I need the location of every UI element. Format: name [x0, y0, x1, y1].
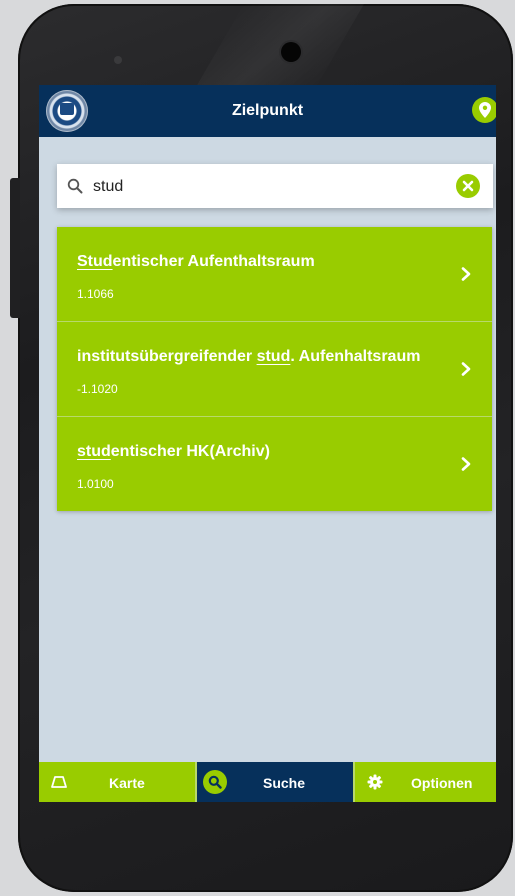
phone-side-button [10, 178, 20, 318]
title-suffix: . Aufenhaltsraum [290, 348, 421, 365]
phone-shine [192, 4, 364, 94]
page-title: Zielpunkt [231, 102, 304, 119]
front-camera [281, 42, 301, 62]
chevron-right-icon [461, 457, 471, 471]
tab-karte-label: Karte [109, 775, 145, 791]
gear-icon [367, 774, 383, 790]
result-title: studentischer HK(Archiv) [77, 443, 447, 461]
proximity-sensor [114, 56, 122, 64]
title-prefix: institutsübergreifender [77, 348, 257, 365]
tab-optionen[interactable]: Optionen [355, 762, 496, 802]
result-title: institutsübergreifender stud. Aufenhalts… [77, 348, 447, 366]
search-bar [57, 164, 493, 208]
bottom-navbar: Karte Suche Optionen [39, 762, 496, 802]
search-tab-icon [203, 770, 227, 794]
search-icon [67, 178, 83, 194]
chevron-right-icon [461, 267, 471, 281]
title-highlight: stud [77, 443, 111, 460]
room-number: 1.0100 [77, 477, 114, 491]
list-item[interactable]: Studentischer Aufenthaltsraum 1.1066 [57, 227, 492, 322]
search-results-list: Studentischer Aufenthaltsraum 1.1066 ins… [57, 227, 492, 511]
title-suffix: entischer HK(Archiv) [110, 443, 270, 460]
title-highlight: stud [256, 348, 291, 365]
clear-x-glyph [462, 180, 474, 192]
title-suffix: entischer Aufenthaltsraum [112, 253, 315, 270]
room-number: 1.1066 [77, 287, 114, 301]
map-marker-icon[interactable] [472, 97, 496, 123]
magnifier-glyph [208, 775, 222, 789]
tab-suche-label: Suche [263, 775, 306, 791]
clear-circle-icon[interactable] [456, 174, 480, 198]
tab-karte[interactable]: Karte [39, 762, 195, 802]
tab-suche[interactable]: Suche [197, 762, 353, 802]
app-header: Zielpunkt [39, 85, 496, 137]
tab-optionen-label: Optionen [411, 775, 473, 791]
map-marker-glyph [479, 102, 491, 118]
room-number: -1.1020 [77, 382, 118, 396]
title-highlight: Stud [77, 253, 113, 270]
result-title: Studentischer Aufenthaltsraum [77, 253, 447, 271]
app-screen: Zielpunkt Studentischer Aufenthaltsraum … [39, 85, 496, 802]
search-input[interactable] [91, 172, 455, 202]
list-item[interactable]: institutsübergreifender stud. Aufenhalts… [57, 322, 492, 417]
list-item[interactable]: studentischer HK(Archiv) 1.0100 [57, 417, 492, 511]
chevron-right-icon [461, 362, 471, 376]
map-icon [51, 776, 67, 788]
